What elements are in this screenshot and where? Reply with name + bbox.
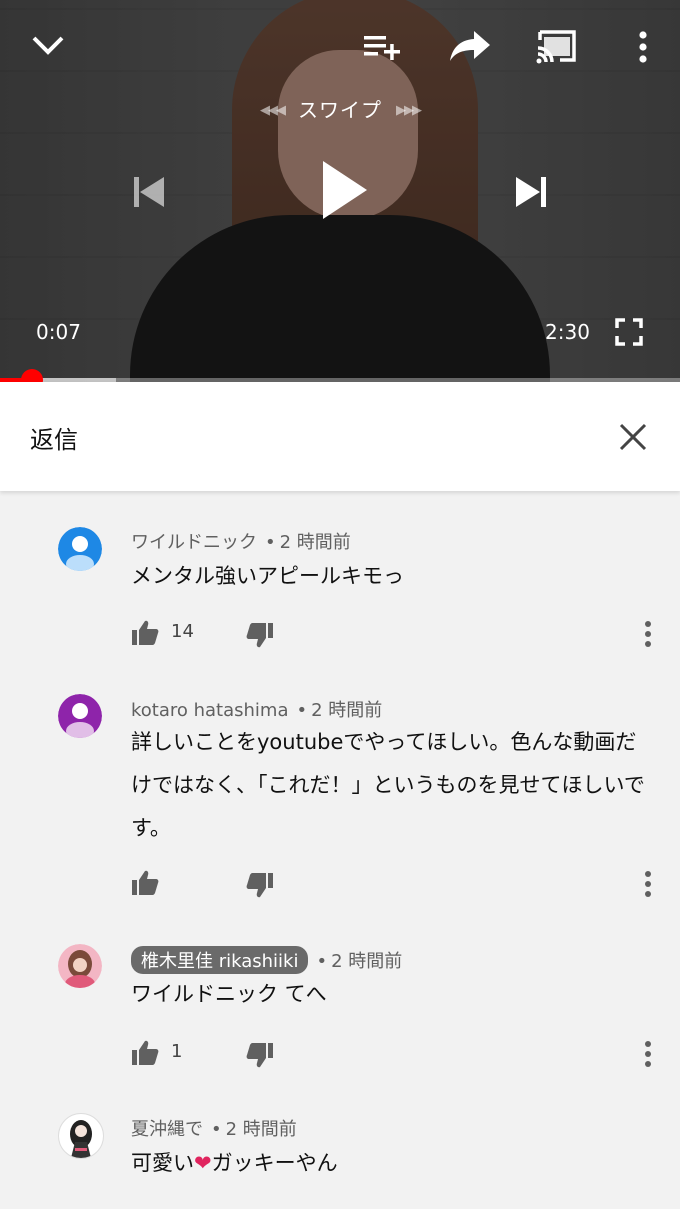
comment-text: ワイルドニック てへ [131,982,327,1006]
thumbs-down-icon[interactable] [246,871,276,901]
comment-actions [0,869,680,899]
comment-text: 詳しいことをyoutubeでやってほしい。色んな動画だけではなく、「これだ！」と… [131,730,645,840]
avatar[interactable] [58,694,102,738]
swipe-right-arrows: ▶▶▶ [396,103,422,118]
duration: 2:30 [545,320,590,344]
close-icon[interactable] [616,420,650,454]
comment-text-part: ガッキーやん [211,1151,338,1175]
comment-time: 2 時間前 [279,532,351,553]
comment-author[interactable]: 夏沖縄で [131,1119,203,1140]
cast-icon[interactable] [532,26,580,68]
previous-track-icon[interactable] [126,170,170,214]
like-count: 14 [171,621,194,642]
comment-actions: 1 [0,1039,680,1069]
comment-time: 2 時間前 [225,1119,297,1140]
thumbs-up-icon[interactable] [131,619,161,649]
avatar[interactable] [58,944,102,988]
reply-panel-title: 返信 [30,426,78,454]
thumbs-down-icon[interactable] [246,621,276,651]
avatar[interactable] [58,1113,104,1159]
comment-author[interactable]: ワイルドニック [131,532,257,553]
thumbs-up-icon[interactable] [131,869,161,899]
comment-text-part: 可愛い [131,1151,194,1175]
next-track-icon[interactable] [510,170,554,214]
swipe-label: スワイプ [298,98,382,122]
swipe-left-arrows: ◀◀◀ [260,103,286,118]
comment-meta: kotaro hatashima • 2 時間前 [131,700,383,721]
more-options-vertical-icon[interactable] [630,28,656,66]
comment-more-vertical-icon[interactable] [636,1039,660,1069]
comment-actions: 14 [0,619,680,649]
comment-meta: ワイルドニック • 2 時間前 [131,532,351,553]
comment-time: 2 時間前 [311,700,383,721]
comment-meta: 夏沖縄で • 2 時間前 [131,1119,297,1140]
like-count: 1 [171,1041,183,1062]
comment-more-vertical-icon[interactable] [636,619,660,649]
swipe-hint: ◀◀◀ スワイプ ▶▶▶ [0,94,680,123]
heart-emoji: ❤ [194,1151,212,1175]
minimize-chevron-down-icon[interactable] [26,26,70,64]
comment-meta: 椎木里佳 rikashiiki • 2 時間前 [131,946,402,974]
video-player[interactable]: ◀◀◀ スワイプ ▶▶▶ 0:07 2:30 [0,0,680,382]
share-icon[interactable] [446,26,494,66]
comment-author[interactable]: kotaro hatashima [131,700,289,721]
avatar[interactable] [58,527,102,571]
fullscreen-icon[interactable] [612,316,646,348]
thumbs-up-icon[interactable] [131,1039,161,1069]
comment-text: 可愛い❤ガッキーやん [131,1142,651,1185]
comment-time: 2 時間前 [331,951,403,972]
play-button[interactable] [314,154,374,226]
comment-text: メンタル強いアピールキモっ [131,564,404,588]
comment-author-chip[interactable]: 椎木里佳 rikashiiki [131,946,309,974]
reply-panel-header: 返信 [0,382,680,491]
thumbs-down-icon[interactable] [246,1041,276,1071]
comment-more-vertical-icon[interactable] [636,869,660,899]
add-to-playlist-icon[interactable] [360,28,404,64]
current-time: 0:07 [36,320,81,344]
